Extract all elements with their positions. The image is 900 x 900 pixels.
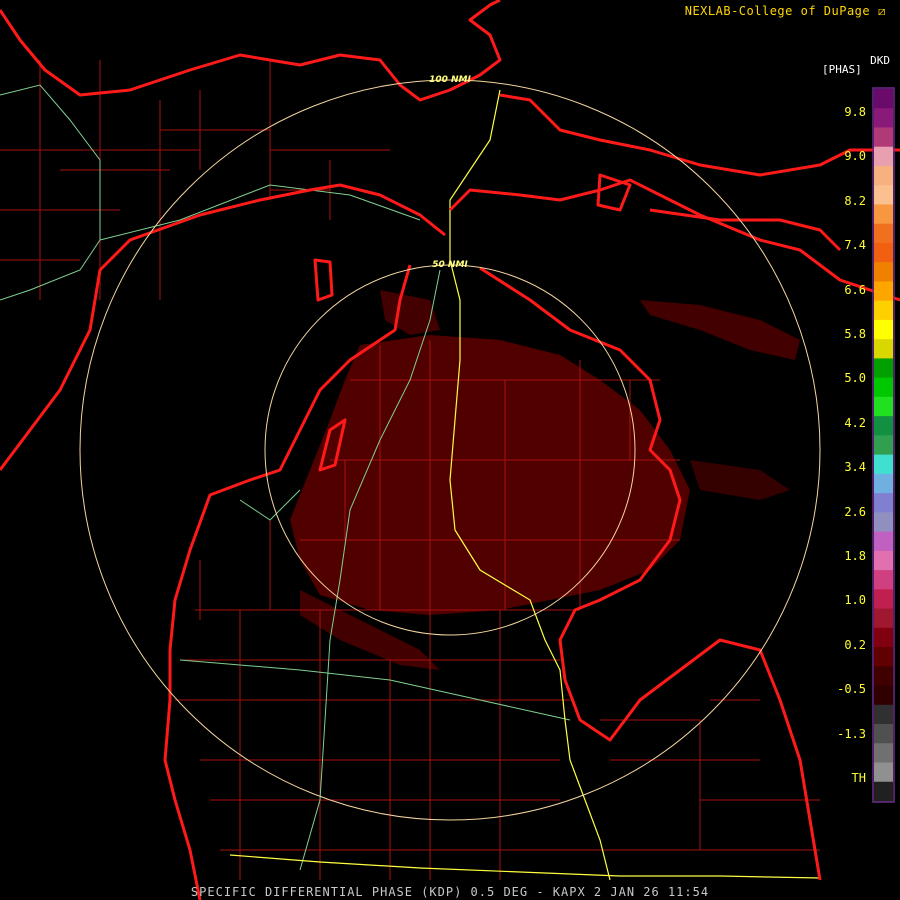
color-swatch xyxy=(874,493,893,513)
color-swatch xyxy=(874,396,893,417)
legend-tick-label: 2.6 xyxy=(844,504,866,519)
color-swatch xyxy=(874,647,893,667)
color-swatch xyxy=(874,724,893,744)
color-swatch xyxy=(874,762,893,783)
color-swatch xyxy=(874,262,893,282)
credit-logo-icon: ⧄ xyxy=(877,4,886,18)
product-title: SPECIFIC DIFFERENTIAL PHASE (KDP) 0.5 DE… xyxy=(190,885,710,899)
color-swatch xyxy=(874,223,893,244)
credit-text: NEXLAB-College of DuPage xyxy=(684,4,871,18)
color-swatch xyxy=(874,435,893,456)
color-swatch xyxy=(874,627,893,648)
color-swatch xyxy=(874,589,893,610)
color-swatch xyxy=(874,781,893,802)
color-swatch xyxy=(874,704,893,725)
legend-tick-label: 5.8 xyxy=(844,327,866,341)
legend-tick-label: 1.8 xyxy=(844,549,866,563)
color-swatch xyxy=(874,281,893,302)
legend-tick-label: 1.0 xyxy=(844,593,866,608)
color-swatch xyxy=(874,319,893,340)
range-ring-50-label: 50 NMI xyxy=(432,260,468,270)
color-swatch xyxy=(874,473,893,494)
color-swatch xyxy=(874,185,893,205)
product-code-label: DKD xyxy=(870,54,890,67)
beaver-island xyxy=(313,258,334,302)
range-ring-100-label: 100 NMI xyxy=(429,75,471,85)
legend-tick-label: 9.0 xyxy=(844,149,866,164)
color-swatch xyxy=(874,146,893,167)
radar-echo-layer xyxy=(290,290,800,670)
radar-display: 100 NMI 50 NMI NEXLAB-College of DuPage … xyxy=(0,0,900,900)
legend-tick-label: 7.4 xyxy=(844,238,866,253)
color-swatch xyxy=(874,608,893,629)
color-swatch xyxy=(874,666,893,687)
legend-tick-label: 6.6 xyxy=(844,282,866,297)
color-swatch xyxy=(874,416,893,436)
color-swatch xyxy=(874,454,893,475)
color-swatch xyxy=(874,339,893,359)
color-swatch xyxy=(874,89,893,109)
legend-tick-label: 8.2 xyxy=(844,193,866,208)
legend-tick-label: -1.3 xyxy=(837,726,866,741)
color-swatch xyxy=(874,204,893,225)
legend-tick-label: 3.4 xyxy=(844,460,866,475)
color-swatch xyxy=(874,108,893,128)
color-swatch xyxy=(874,377,893,398)
color-swatch xyxy=(874,743,893,764)
radar-echo-main xyxy=(290,335,690,615)
color-swatch xyxy=(874,127,893,148)
color-swatch xyxy=(874,550,893,571)
legend-tick-label: 0.2 xyxy=(844,637,866,652)
legend-unit-label: [PHAS] xyxy=(822,63,862,76)
lake-superior-shore xyxy=(0,0,502,102)
legend-tick-label: TH xyxy=(851,771,866,785)
legend-tick-label: -0.5 xyxy=(837,682,866,697)
color-swatch xyxy=(874,242,893,263)
legend-tick-label: 4.2 xyxy=(844,415,866,430)
radar-map: 100 NMI 50 NMI xyxy=(0,0,900,900)
color-swatch xyxy=(874,512,893,533)
radar-echo-se xyxy=(690,460,790,500)
color-swatch xyxy=(874,358,893,379)
color-swatch xyxy=(874,300,893,321)
color-swatch xyxy=(874,570,893,590)
color-swatch xyxy=(874,165,893,186)
credit-label: NEXLAB-College of DuPage ⧄ xyxy=(685,4,886,19)
legend-tick-label: 5.0 xyxy=(844,371,866,386)
legend-tick-label: 9.8 xyxy=(844,105,866,119)
color-swatch xyxy=(874,685,893,706)
radar-echo-ne-band xyxy=(640,300,800,360)
color-scale-bar xyxy=(874,89,893,802)
color-swatch xyxy=(874,531,893,552)
